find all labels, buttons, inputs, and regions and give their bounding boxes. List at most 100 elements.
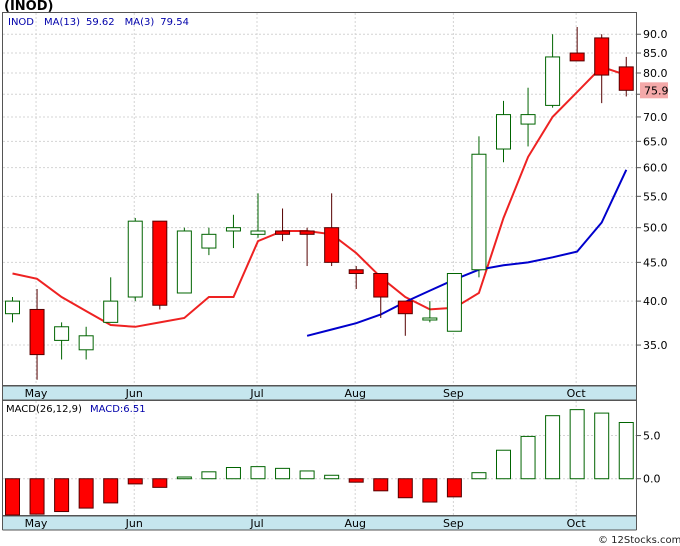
price-tick-label: 45.0: [643, 256, 668, 269]
price-tick-label: 80.0: [643, 67, 668, 80]
macd-time-axis-band: [3, 516, 636, 530]
candle-body: [176, 230, 192, 294]
ma13-value: 59.62: [86, 17, 115, 28]
macd-bar: [201, 471, 217, 480]
candle: [446, 273, 462, 332]
month-label: Oct: [567, 517, 587, 530]
price-tick-label: 40.0: [643, 295, 668, 308]
candle-body: [594, 37, 610, 76]
candle-body: [520, 114, 536, 125]
macd-bar: [103, 478, 119, 504]
month-label: Oct: [567, 387, 587, 400]
month-label: Jun: [125, 517, 143, 530]
macd-bar: [496, 449, 511, 480]
macd-bar: [446, 478, 462, 498]
macd-bar: [422, 478, 438, 503]
last-price-value: 75.9: [644, 84, 669, 97]
stock-chart: 35.040.045.050.055.060.065.070.075.080.0…: [2, 0, 680, 546]
candle-body: [496, 114, 511, 150]
macd-bar: [54, 478, 70, 513]
price-tick-label: 35.0: [643, 339, 668, 352]
macd-bar: [324, 474, 340, 480]
price-tick-label: 90.0: [643, 28, 668, 41]
macd-bar: [471, 472, 487, 480]
price-tick-label: 55.0: [643, 190, 668, 203]
macd-bar: [176, 476, 192, 480]
macd-bar: [594, 412, 610, 480]
candle-body: [569, 52, 585, 62]
macd-tick-label: 0.0: [643, 473, 661, 486]
macd-bar: [225, 467, 241, 480]
month-label: Aug: [344, 517, 365, 530]
price-axis: 35.040.045.050.055.060.065.070.075.080.0…: [636, 28, 668, 352]
chart-title: (INOD): [4, 0, 53, 14]
candle-body: [324, 227, 340, 263]
macd-bar: [569, 409, 585, 480]
candle-body: [618, 66, 634, 91]
candle-body: [545, 56, 561, 106]
price-tick-label: 60.0: [643, 162, 668, 175]
candle-body: [103, 300, 119, 323]
candle-body: [348, 269, 364, 275]
candle-body: [275, 230, 291, 235]
macd-legend: MACD(26,12,9) MACD:6.51: [6, 404, 146, 415]
candle-body: [422, 317, 438, 321]
candle-body: [5, 300, 20, 315]
candle-body: [373, 273, 389, 298]
footer-credit: © 12Stocks.com: [598, 535, 680, 546]
macd-bar: [397, 478, 413, 499]
month-label: Jul: [249, 387, 263, 400]
candle-body: [152, 220, 168, 306]
macd-bar: [29, 478, 45, 515]
price-tick-label: 85.0: [643, 47, 668, 60]
macd-bar: [618, 422, 634, 480]
price-time-axis-band: [3, 386, 636, 400]
candle-body: [225, 227, 241, 232]
macd-bar: [545, 415, 561, 480]
macd-bar: [127, 478, 143, 485]
macd-bar: [275, 467, 291, 480]
macd-bar: [520, 435, 536, 480]
candle: [152, 220, 168, 310]
candle-body: [29, 308, 45, 356]
price-tick-label: 65.0: [643, 135, 668, 148]
candle-body: [299, 230, 315, 235]
price-tick-label: 50.0: [643, 222, 668, 235]
macd-bar: [299, 470, 315, 480]
candle-body: [127, 220, 143, 298]
ma3-value: 79.54: [160, 17, 189, 28]
ticker-label: INOD: [8, 17, 34, 28]
macd-label: MACD(26,12,9): [6, 404, 82, 415]
candle-body: [78, 335, 94, 351]
ma13-label: MA(13): [44, 17, 80, 28]
macd-tick-label: 5.0: [643, 430, 661, 443]
month-label: Aug: [344, 387, 365, 400]
last-price-badge: 75.9: [640, 82, 669, 99]
macd-bar: [250, 466, 266, 480]
candle-body: [250, 230, 266, 235]
month-label: Jun: [125, 387, 143, 400]
month-label: May: [25, 387, 48, 400]
month-label: Sep: [443, 517, 464, 530]
candle: [176, 227, 192, 294]
ma3-label: MA(3): [125, 17, 155, 28]
price-tick-label: 70.0: [643, 111, 668, 124]
macd-panel: [2, 400, 637, 516]
candle-body: [446, 273, 462, 332]
month-label: Sep: [443, 387, 464, 400]
macd-bar: [78, 478, 94, 509]
candle: [471, 136, 487, 278]
candle-body: [471, 153, 487, 271]
macd-bar: [348, 478, 364, 483]
candle-body: [54, 326, 70, 341]
candle-body: [201, 233, 217, 249]
macd-bar: [5, 478, 20, 516]
month-label: Jul: [249, 517, 263, 530]
month-label: May: [25, 517, 48, 530]
candle: [127, 217, 143, 302]
macd-bar: [373, 478, 389, 492]
price-panel: [2, 12, 637, 386]
macd-bar: [152, 478, 168, 488]
macd-axis: 0.0 5.0: [636, 430, 661, 486]
candle-body: [397, 300, 413, 315]
